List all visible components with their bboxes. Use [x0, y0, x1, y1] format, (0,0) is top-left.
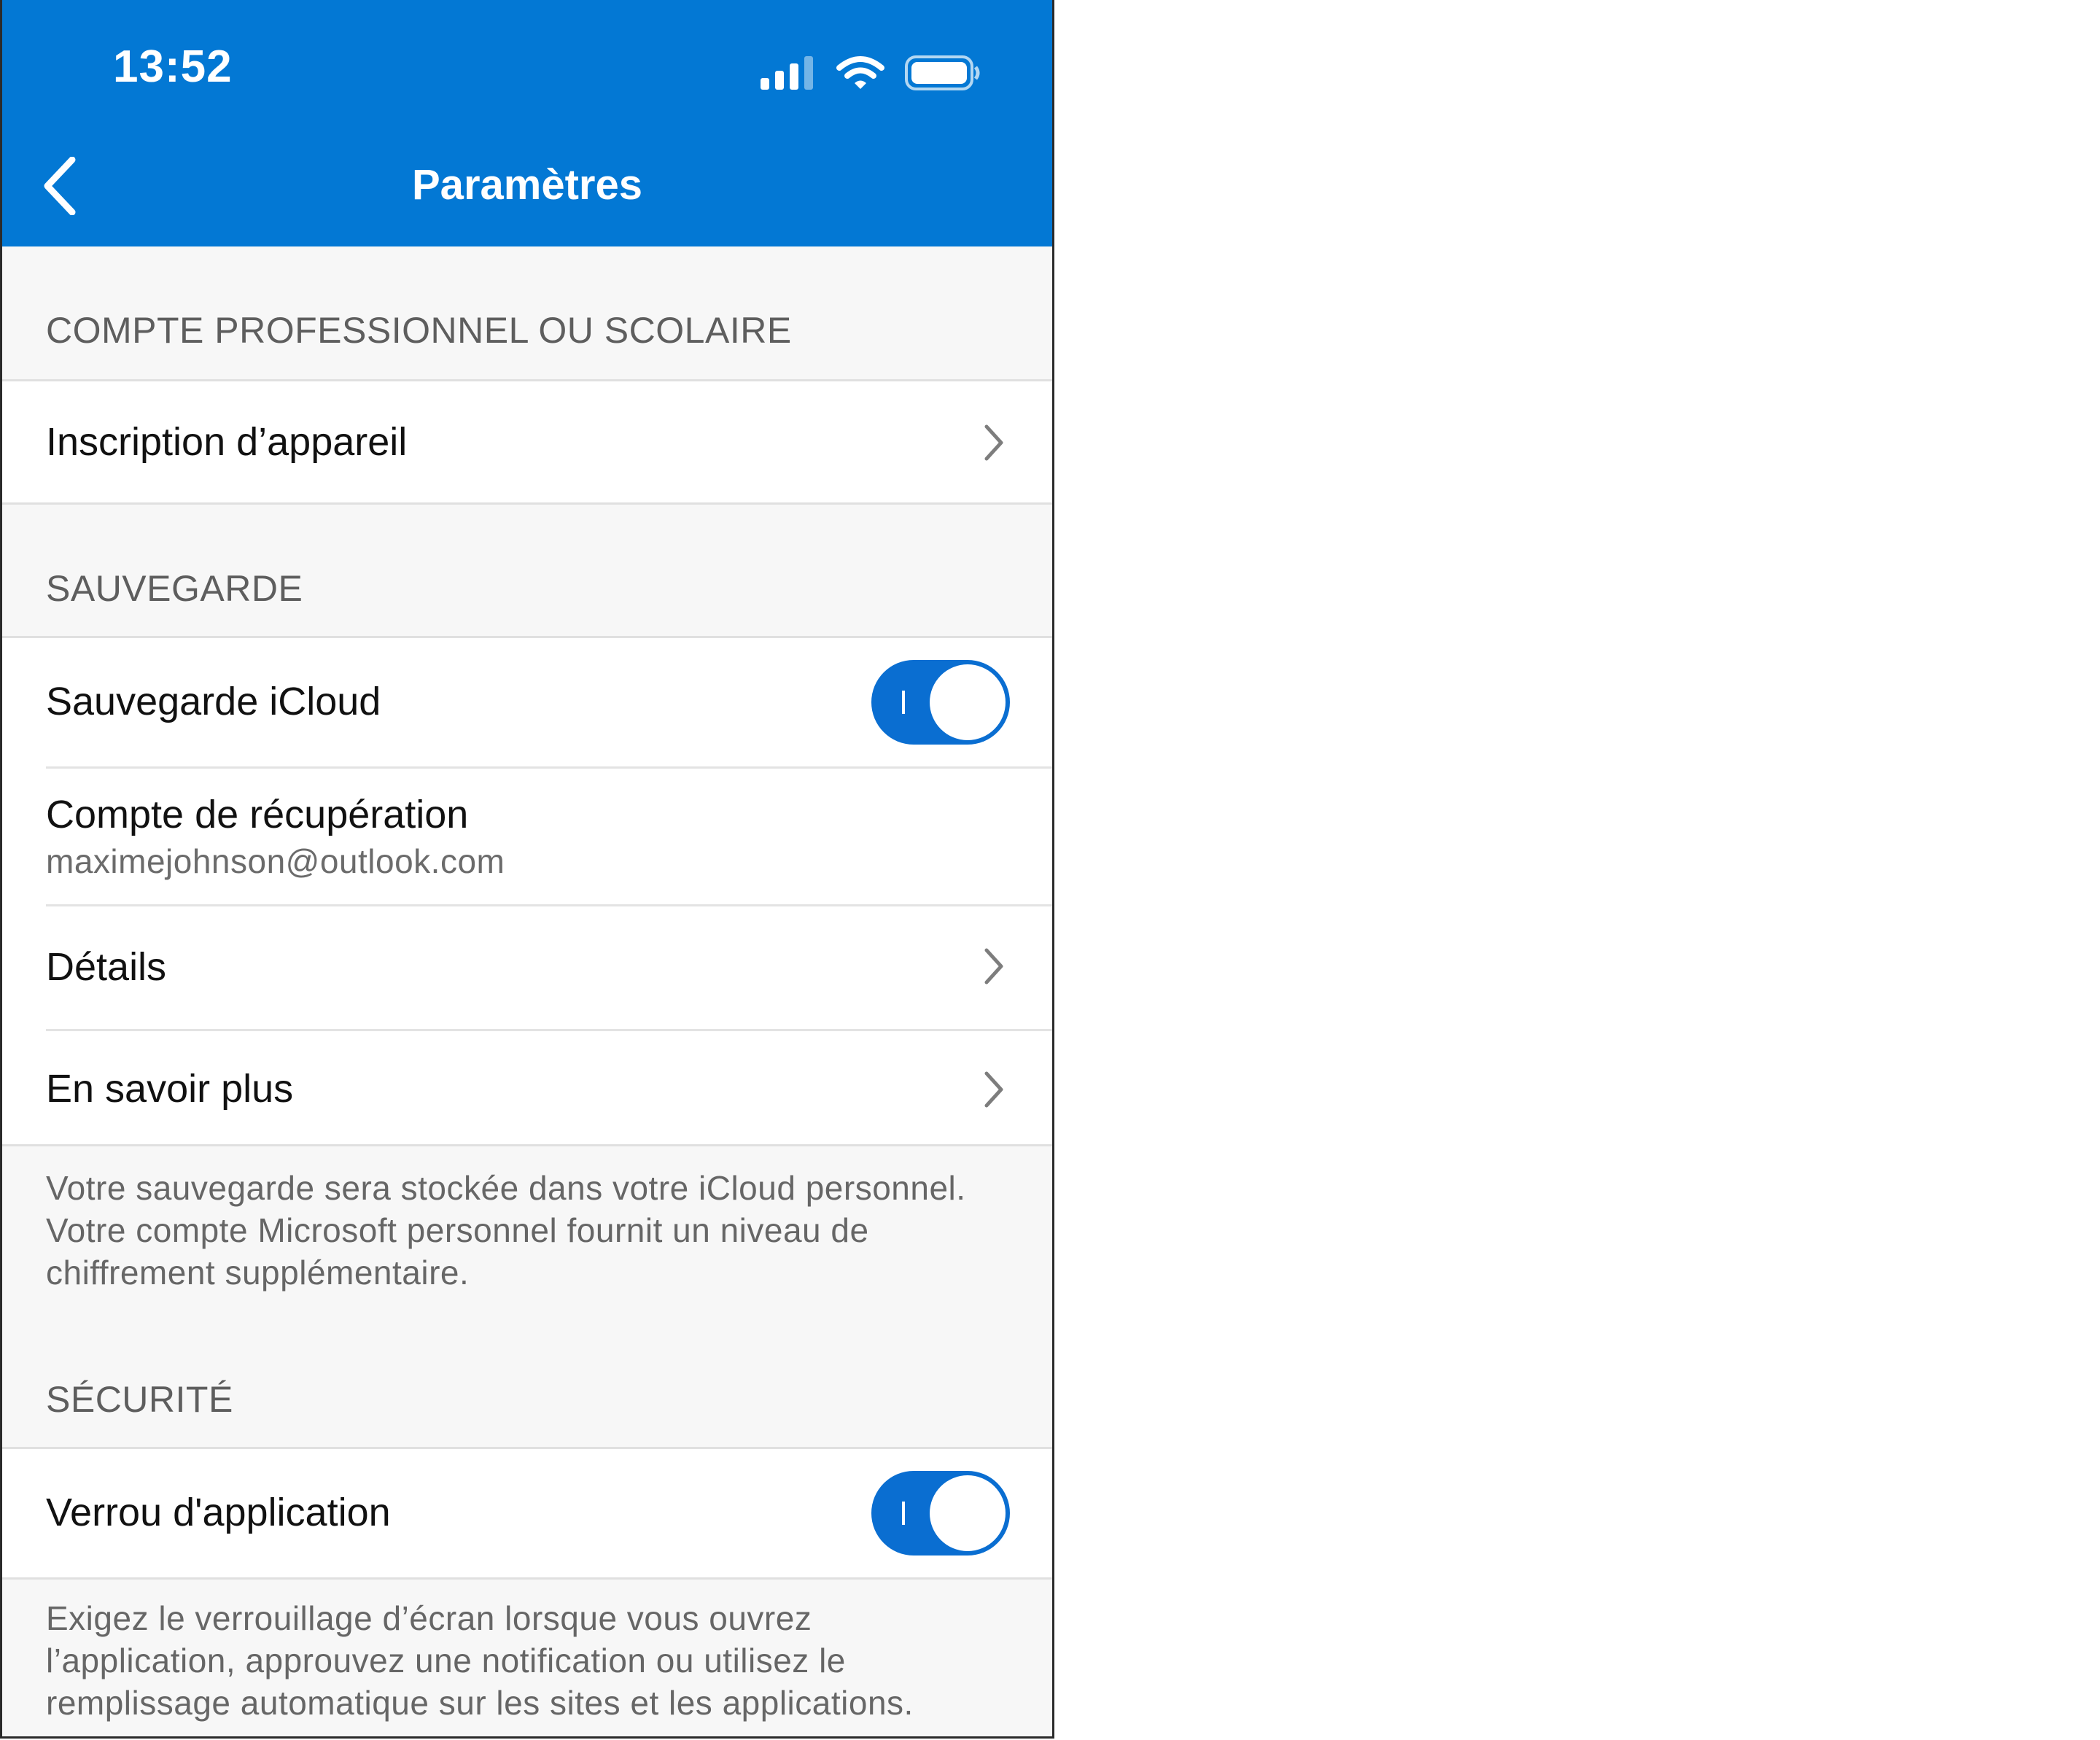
section-header-backup: SAUVEGARDE	[46, 568, 303, 609]
device-enrollment-label: Inscription d’appareil	[46, 420, 408, 464]
chevron-right-icon	[984, 1071, 1003, 1108]
details-label: Détails	[46, 945, 167, 989]
toggle-on-indicator	[902, 1502, 905, 1525]
app-lock-row: Verrou d'application	[2, 1449, 1052, 1577]
icloud-backup-label: Sauvegarde iCloud	[46, 680, 381, 723]
app-lock-footnote: Exigez le verrouillage d’écran lorsque v…	[46, 1599, 914, 1722]
chevron-right-icon	[984, 424, 1003, 461]
chevron-right-icon	[984, 948, 1003, 984]
recovery-account-row[interactable]: Compte de récupération maximejohnson@out…	[2, 769, 1052, 904]
app-lock-toggle[interactable]	[871, 1471, 1010, 1555]
group-work-account: Inscription d’appareil	[2, 379, 1052, 505]
group-backup: Sauvegarde iCloud Compte de récupération…	[2, 636, 1052, 1146]
device-enrollment-row[interactable]: Inscription d’appareil	[2, 381, 1052, 502]
battery-icon	[905, 55, 980, 90]
status-icons	[761, 51, 981, 95]
learn-more-row[interactable]: En savoir plus	[2, 1031, 1052, 1146]
signal-icon	[761, 56, 813, 90]
header-bar: 13:52 Paramètres	[2, 0, 1052, 246]
group-security: Verrou d'application	[2, 1447, 1052, 1580]
wifi-icon	[836, 56, 884, 89]
toggle-knob	[930, 664, 1006, 740]
app-lock-label: Verrou d'application	[46, 1491, 391, 1534]
section-header-work-account: COMPTE PROFESSIONNEL OU SCOLAIRE	[46, 310, 792, 351]
toggle-knob	[930, 1475, 1006, 1551]
backup-footnote: Votre sauvegarde sera stockée dans votre…	[46, 1169, 966, 1292]
details-row[interactable]: Détails	[2, 906, 1052, 1029]
icloud-backup-row: Sauvegarde iCloud	[2, 638, 1052, 766]
toggle-on-indicator	[902, 691, 905, 714]
phone-screen: 13:52 Paramètres COMPTE PROFESSIONNEL OU…	[0, 0, 1054, 1739]
recovery-account-label: Compte de récupération	[46, 793, 469, 836]
section-header-security: SÉCURITÉ	[46, 1379, 233, 1420]
page-title: Paramètres	[412, 161, 642, 209]
icloud-backup-toggle[interactable]	[871, 660, 1010, 745]
status-time: 13:52	[113, 42, 233, 92]
learn-more-label: En savoir plus	[46, 1067, 294, 1111]
recovery-account-email: maximejohnson@outlook.com	[46, 842, 505, 880]
